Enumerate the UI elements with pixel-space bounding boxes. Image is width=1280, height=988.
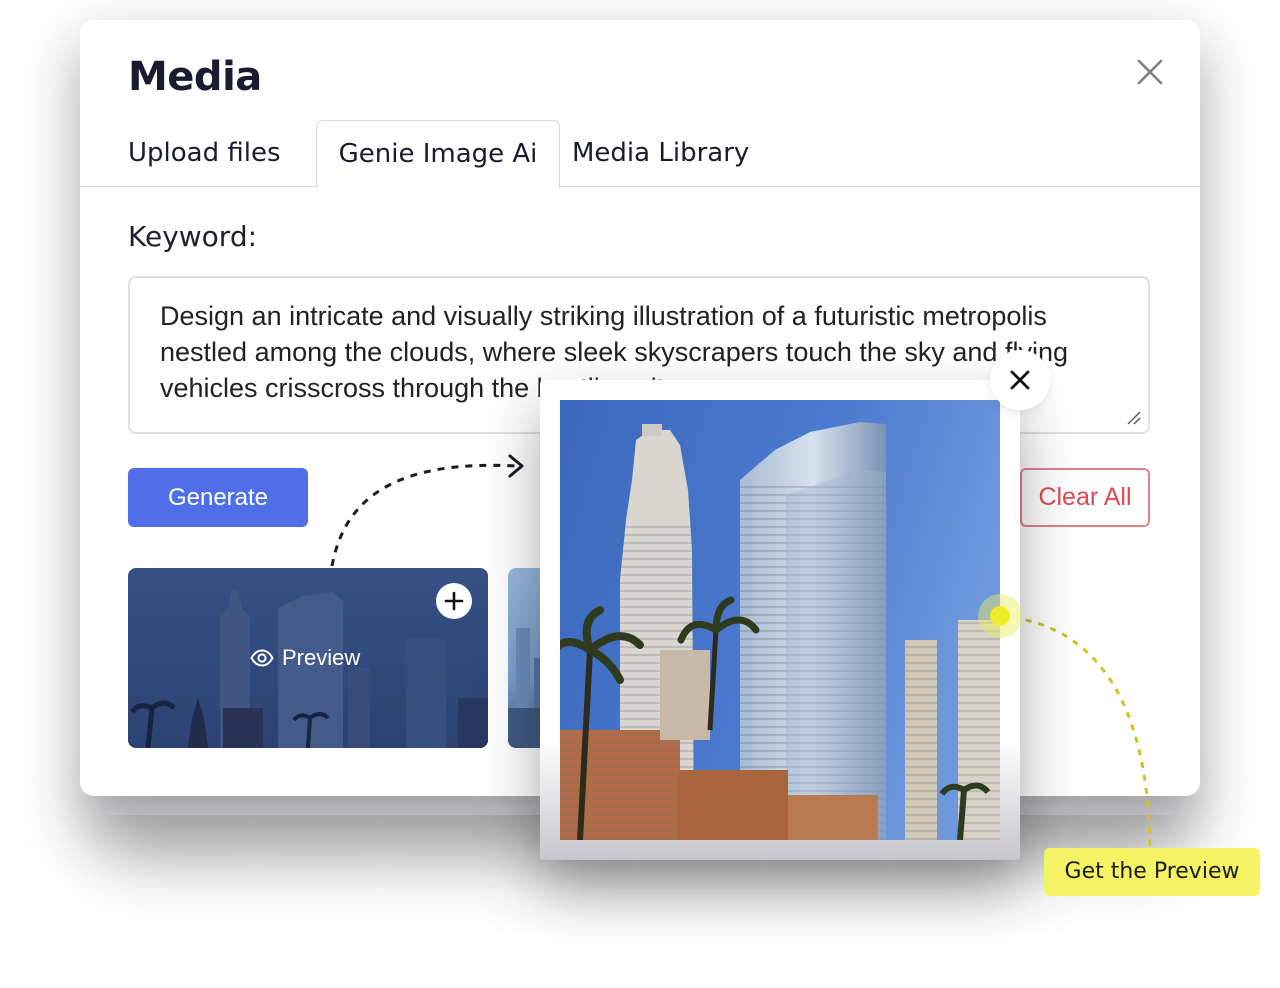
preview-image — [560, 400, 1000, 840]
modal-title: Media — [128, 54, 262, 100]
tab-genie-image-ai[interactable]: Genie Image Ai — [316, 120, 560, 188]
close-preview-button[interactable] — [990, 350, 1050, 410]
preview-label: Preview — [282, 645, 361, 670]
tab-upload-files[interactable]: Upload files — [128, 120, 281, 186]
hotspot-dot — [990, 606, 1010, 626]
resize-handle-icon[interactable] — [1124, 408, 1142, 426]
preview-button[interactable]: Preview — [250, 642, 360, 674]
plus-icon — [444, 591, 464, 611]
get-the-preview-callout: Get the Preview — [1044, 848, 1260, 896]
tab-media-library[interactable]: Media Library — [572, 120, 749, 186]
add-image-button[interactable] — [436, 583, 472, 619]
generated-image-thumbnail[interactable]: Preview — [128, 568, 488, 748]
close-icon[interactable] — [1132, 54, 1168, 90]
eye-icon — [250, 649, 274, 667]
generate-button[interactable]: Generate — [128, 468, 308, 527]
tabs-divider — [80, 186, 1200, 187]
image-preview-popup — [540, 380, 1020, 860]
keyword-label: Keyword: — [128, 220, 258, 253]
close-icon — [1010, 370, 1030, 390]
hotspot-indicator — [978, 594, 1022, 638]
clear-all-button[interactable]: Clear All — [1020, 468, 1150, 527]
